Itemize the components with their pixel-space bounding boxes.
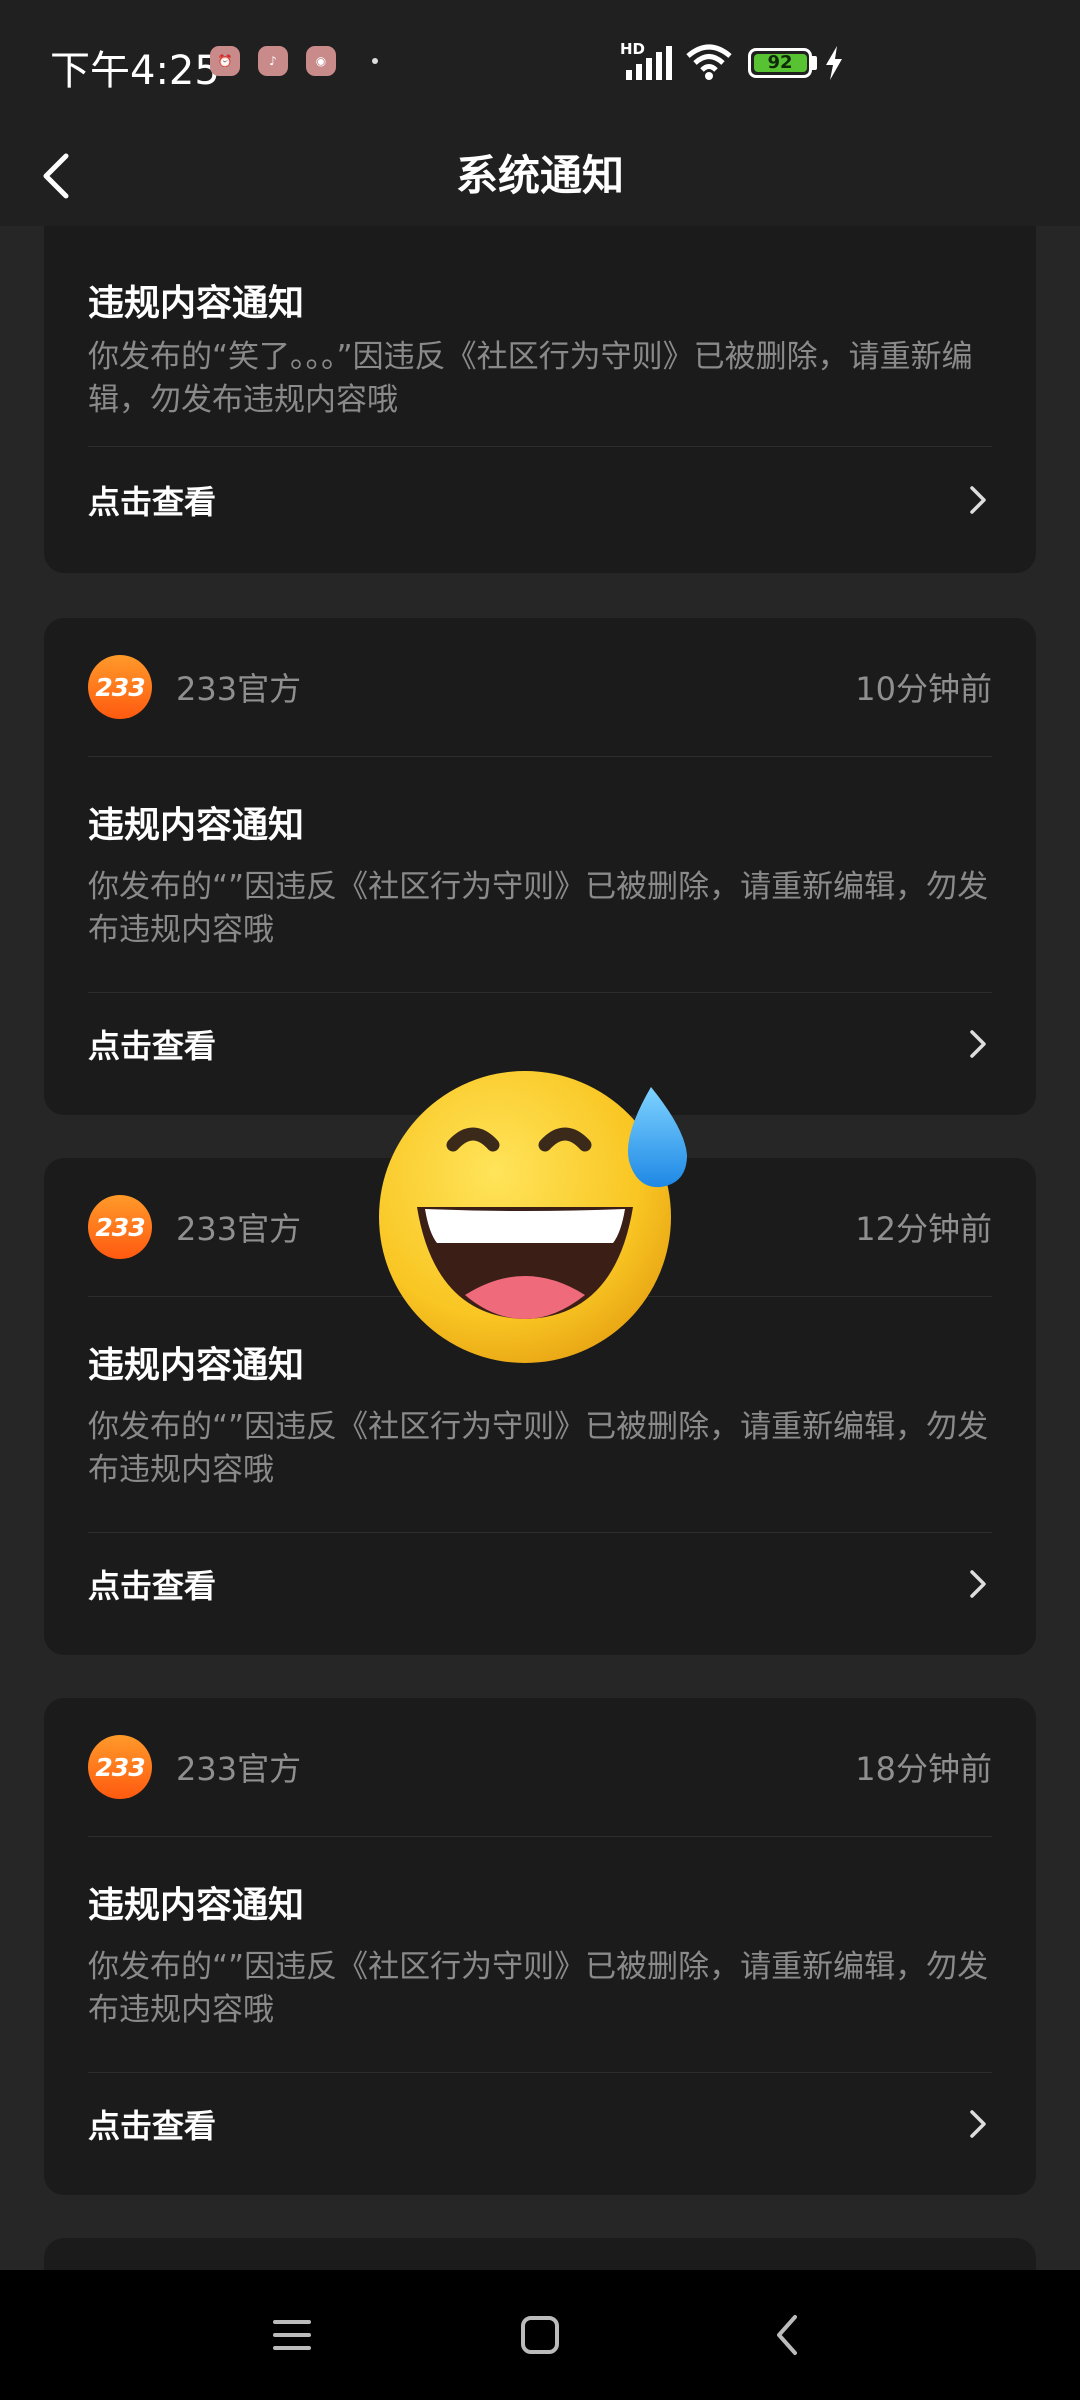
- card-divider: [88, 1532, 992, 1533]
- notification-title: 违规内容通知: [88, 1345, 305, 1386]
- menu-icon: [273, 2320, 311, 2350]
- avatar: 233: [88, 655, 152, 719]
- notification-icons: ⏰ ♪ ◉: [210, 46, 378, 76]
- sender-name: 233官方: [176, 670, 302, 708]
- notification-title: 违规内容通知: [88, 283, 305, 324]
- notification-message: 你发布的“”因违反《社区行为守则》已被删除，请重新编辑，勿发布违规内容哦: [88, 1409, 989, 1488]
- chevron-right-icon: [970, 1570, 986, 1598]
- battery-icon: 92: [748, 48, 812, 78]
- grinning-face-with-sweat-emoji: [379, 1071, 687, 1363]
- avatar: 233: [88, 1195, 152, 1259]
- notification-time: 10分钟前: [855, 670, 992, 708]
- view-details-link[interactable]: 点击查看: [88, 460, 992, 540]
- notification-card: 违规内容通知 你发布的“笑了。。。”因违反《社区行为守则》已被删除，请重新编辑，…: [44, 226, 1036, 573]
- view-details-link[interactable]: 点击查看: [88, 1544, 992, 1624]
- chevron-right-icon: [970, 1030, 986, 1058]
- tiktok-app-icon: ♪: [258, 46, 288, 76]
- notification-title: 违规内容通知: [88, 1885, 305, 1926]
- status-time: 下午4:25: [50, 48, 220, 94]
- card-divider: [88, 2072, 992, 2073]
- more-notifications-dot: [372, 58, 378, 64]
- notification-time: 18分钟前: [855, 1750, 992, 1788]
- notification-time: 12分钟前: [855, 1210, 992, 1248]
- notification-card: 233 233官方 10分钟前 违规内容通知 你发布的“”因违反《社区行为守则》…: [44, 618, 1036, 1115]
- status-bar: 下午4:25 ⏰ ♪ ◉ HD 92: [0, 0, 1080, 126]
- system-nav-bar: [0, 2270, 1080, 2400]
- card-header: 233 233官方 18分钟前: [88, 1698, 992, 1837]
- view-details-link[interactable]: 点击查看: [88, 2084, 992, 2164]
- battery-nub: [812, 56, 817, 70]
- home-icon: [521, 2316, 559, 2354]
- page-title: 系统通知: [455, 151, 624, 200]
- card-header: 233 233官方 10分钟前: [88, 618, 992, 757]
- menu-button[interactable]: [262, 2305, 322, 2365]
- back-icon: [777, 2315, 797, 2355]
- notification-message: 你发布的“”因违反《社区行为守则》已被删除，请重新编辑，勿发布违规内容哦: [88, 869, 989, 948]
- card-divider: [88, 446, 992, 447]
- notification-card: 233 233官方 18分钟前 违规内容通知 你发布的“”因违反《社区行为守则》…: [44, 1698, 1036, 2195]
- signal-icon: [626, 46, 672, 80]
- home-button[interactable]: [510, 2305, 570, 2365]
- view-details-label: 点击查看: [88, 2107, 217, 2145]
- notification-message: 你发布的“”因违反《社区行为守则》已被删除，请重新编辑，勿发布违规内容哦: [88, 1949, 989, 2028]
- card-divider: [88, 992, 992, 993]
- notification-card: [44, 2238, 1036, 2270]
- wifi-icon: [686, 44, 732, 80]
- sender-name: 233官方: [176, 1750, 302, 1788]
- notification-title: 违规内容通知: [88, 805, 305, 846]
- camera-app-icon: ◉: [306, 46, 336, 76]
- app-header: 系统通知: [0, 126, 1080, 226]
- charging-icon: [826, 46, 842, 80]
- notification-message: 你发布的“笑了。。。”因违反《社区行为守则》已被删除，请重新编辑，勿发布违规内容…: [88, 339, 973, 418]
- alarm-app-icon: ⏰: [210, 46, 240, 76]
- chevron-right-icon: [970, 486, 986, 514]
- sender-name: 233官方: [176, 1210, 302, 1248]
- avatar: 233: [88, 1735, 152, 1799]
- view-details-label: 点击查看: [88, 1567, 217, 1605]
- view-details-label: 点击查看: [88, 1027, 217, 1065]
- chevron-right-icon: [970, 2110, 986, 2138]
- view-details-label: 点击查看: [88, 483, 217, 521]
- battery-text: 92: [767, 52, 793, 73]
- back-nav-button[interactable]: [758, 2305, 818, 2365]
